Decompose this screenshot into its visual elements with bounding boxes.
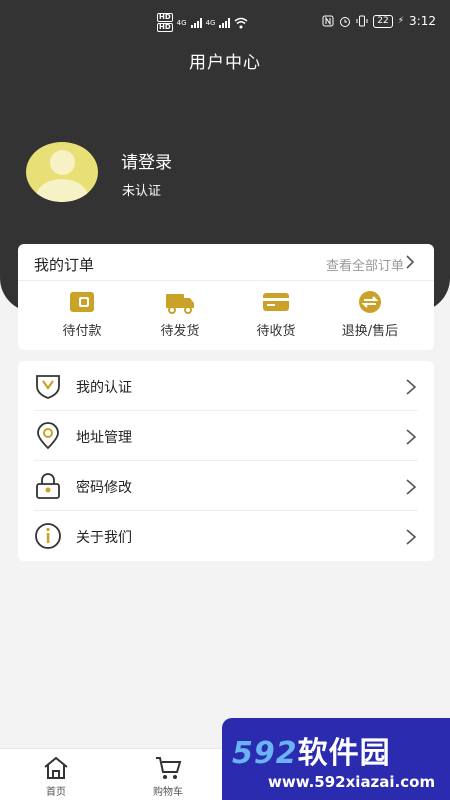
menu-item-label: 关于我们 — [76, 530, 132, 546]
order-item-label: 待收货 — [256, 324, 296, 339]
chevron-right-icon[interactable] — [402, 254, 418, 270]
avatar-head — [50, 150, 75, 175]
menu-item-label: 地址管理 — [76, 430, 132, 446]
chevron-right-icon — [406, 529, 417, 545]
page-title: 用户中心 — [189, 53, 261, 73]
menu-item-label: 密码修改 — [76, 480, 132, 496]
order-returns[interactable]: 退换/售后 — [318, 290, 422, 340]
signal-icon — [190, 17, 202, 28]
wallet-icon — [70, 292, 94, 312]
chevron-right-icon — [406, 479, 417, 495]
lock-icon — [36, 473, 60, 499]
tab-home[interactable]: 首页 — [0, 753, 112, 799]
watermark-logo: 592软件园 www.592xiazai.com — [222, 718, 450, 800]
order-pending-payment[interactable]: 待付款 — [30, 290, 134, 340]
hd-badge: HD — [157, 13, 173, 22]
nfc-icon — [322, 15, 334, 27]
cart-icon — [156, 757, 182, 779]
exchange-icon — [359, 291, 381, 313]
watermark-url: www.592xiazai.com — [268, 773, 436, 791]
status-time: 3:12 — [409, 14, 436, 28]
watermark-text: 软件园 — [297, 736, 391, 771]
home-icon — [44, 756, 68, 779]
login-link[interactable]: 请登录 — [121, 148, 172, 173]
view-all-orders-link[interactable]: 查看全部订单 — [326, 255, 404, 274]
charging-icon: ⚡ — [397, 16, 405, 26]
chevron-right-icon — [406, 429, 417, 445]
orders-title: 我的订单 — [34, 256, 95, 274]
vibrate-icon — [356, 15, 368, 27]
network-type: 4G — [205, 18, 216, 27]
settings-menu: 我的认证 地址管理 密码修改 关于我们 — [18, 361, 434, 561]
signal-icon — [219, 17, 231, 28]
network-indicators: HD HD 4G 4G — [157, 13, 248, 32]
alarm-icon — [340, 17, 351, 27]
menu-item-label: 我的认证 — [76, 380, 132, 396]
tab-label: 购物车 — [153, 787, 183, 798]
order-item-label: 退换/售后 — [341, 324, 399, 339]
tab-cart[interactable]: 购物车 — [112, 753, 224, 799]
menu-item-verification[interactable]: 我的认证 — [18, 361, 434, 411]
wifi-icon — [234, 17, 248, 28]
info-icon — [35, 523, 61, 549]
avatar[interactable] — [26, 142, 98, 202]
menu-item-password[interactable]: 密码修改 — [18, 461, 434, 511]
system-indicators: 22 ⚡ 3:12 — [322, 14, 436, 28]
avatar-body — [36, 179, 88, 202]
menu-item-address[interactable]: 地址管理 — [18, 411, 434, 461]
shield-icon — [36, 375, 60, 399]
hd-badge: HD — [157, 23, 173, 32]
truck-icon — [166, 294, 194, 314]
chevron-right-icon — [406, 379, 417, 395]
menu-item-about[interactable]: 关于我们 — [18, 511, 434, 561]
battery-level: 22 — [373, 14, 393, 28]
watermark-brand: 592软件园 — [232, 728, 391, 772]
status-bar: HD HD 4G 4G 22 ⚡ 3:12 — [0, 0, 450, 40]
verification-status: 未认证 — [122, 184, 162, 199]
order-item-label: 待发货 — [160, 324, 200, 339]
tab-label: 首页 — [46, 787, 66, 798]
card-icon — [263, 293, 289, 311]
order-pending-receipt[interactable]: 待收货 — [224, 290, 328, 340]
watermark-number: 592 — [232, 736, 298, 771]
order-pending-shipment[interactable]: 待发货 — [128, 290, 232, 340]
location-icon — [37, 422, 59, 450]
orders-card: 我的订单 查看全部订单 待付款 待发货 待收货 退换/售后 — [18, 244, 434, 350]
network-type: 4G — [176, 18, 187, 27]
orders-header: 我的订单 查看全部订单 — [18, 244, 434, 281]
order-item-label: 待付款 — [62, 324, 102, 339]
